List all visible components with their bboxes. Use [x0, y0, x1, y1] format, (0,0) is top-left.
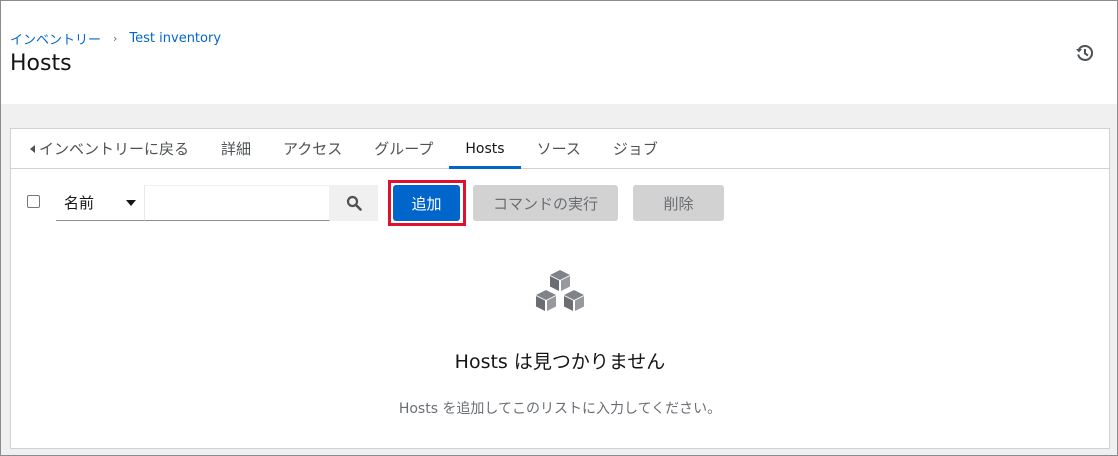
history-icon[interactable] [1075, 43, 1095, 63]
hosts-card: インベントリーに戻る 詳細 アクセス グループ Hosts ソース ジョブ 名前… [10, 128, 1110, 449]
delete-button[interactable]: 削除 [633, 185, 724, 221]
filter-key-select[interactable]: 名前 [56, 185, 144, 221]
tab-label: アクセス [283, 140, 343, 158]
breadcrumb: インベントリー › Test inventory [10, 29, 221, 48]
breadcrumb-link-inventory[interactable]: インベントリー [10, 29, 101, 48]
page-header: インベントリー › Test inventory Hosts [1, 1, 1117, 104]
chevron-down-icon [126, 199, 136, 206]
tab-groups[interactable]: グループ [358, 129, 449, 168]
caret-left-icon [30, 144, 35, 153]
breadcrumb-link-test-inventory[interactable]: Test inventory [129, 31, 221, 46]
tab-sources[interactable]: ソース [521, 129, 597, 168]
tab-jobs[interactable]: ジョブ [597, 129, 674, 168]
select-all-checkbox[interactable] [27, 195, 40, 208]
app-frame: インベントリー › Test inventory Hosts インベントリーに戻… [0, 0, 1118, 456]
tab-label: インベントリーに戻る [39, 140, 190, 158]
tab-details[interactable]: 詳細 [205, 129, 267, 168]
tab-access[interactable]: アクセス [267, 129, 358, 168]
tab-hosts[interactable]: Hosts [449, 129, 521, 169]
filter-key-label: 名前 [64, 194, 95, 212]
toolbar: 名前 追加 コマンドの実行 削除 [11, 180, 1109, 226]
empty-state: Hosts は見つかりません Hosts を追加してこのリストに入力してください… [11, 269, 1109, 418]
cubes-icon [536, 270, 584, 311]
empty-state-title: Hosts は見つかりません [454, 351, 666, 373]
page-title: Hosts [10, 51, 72, 76]
search-button[interactable] [330, 185, 378, 221]
search-input[interactable] [144, 185, 330, 221]
search-icon [346, 195, 362, 211]
tab-label: ジョブ [612, 140, 658, 158]
tab-bar: インベントリーに戻る 詳細 アクセス グループ Hosts ソース ジョブ [11, 129, 1109, 169]
tab-label: Hosts [465, 140, 505, 157]
add-button[interactable]: 追加 [393, 185, 460, 221]
tab-label: ソース [536, 140, 581, 158]
tab-back-to-inventories[interactable]: インベントリーに戻る [11, 129, 205, 168]
run-command-button[interactable]: コマンドの実行 [473, 185, 618, 221]
empty-state-body: Hosts を追加してこのリストに入力してください。 [398, 401, 722, 417]
tab-label: 詳細 [221, 140, 252, 158]
tab-label: グループ [374, 140, 434, 158]
breadcrumb-separator: › [113, 32, 118, 45]
